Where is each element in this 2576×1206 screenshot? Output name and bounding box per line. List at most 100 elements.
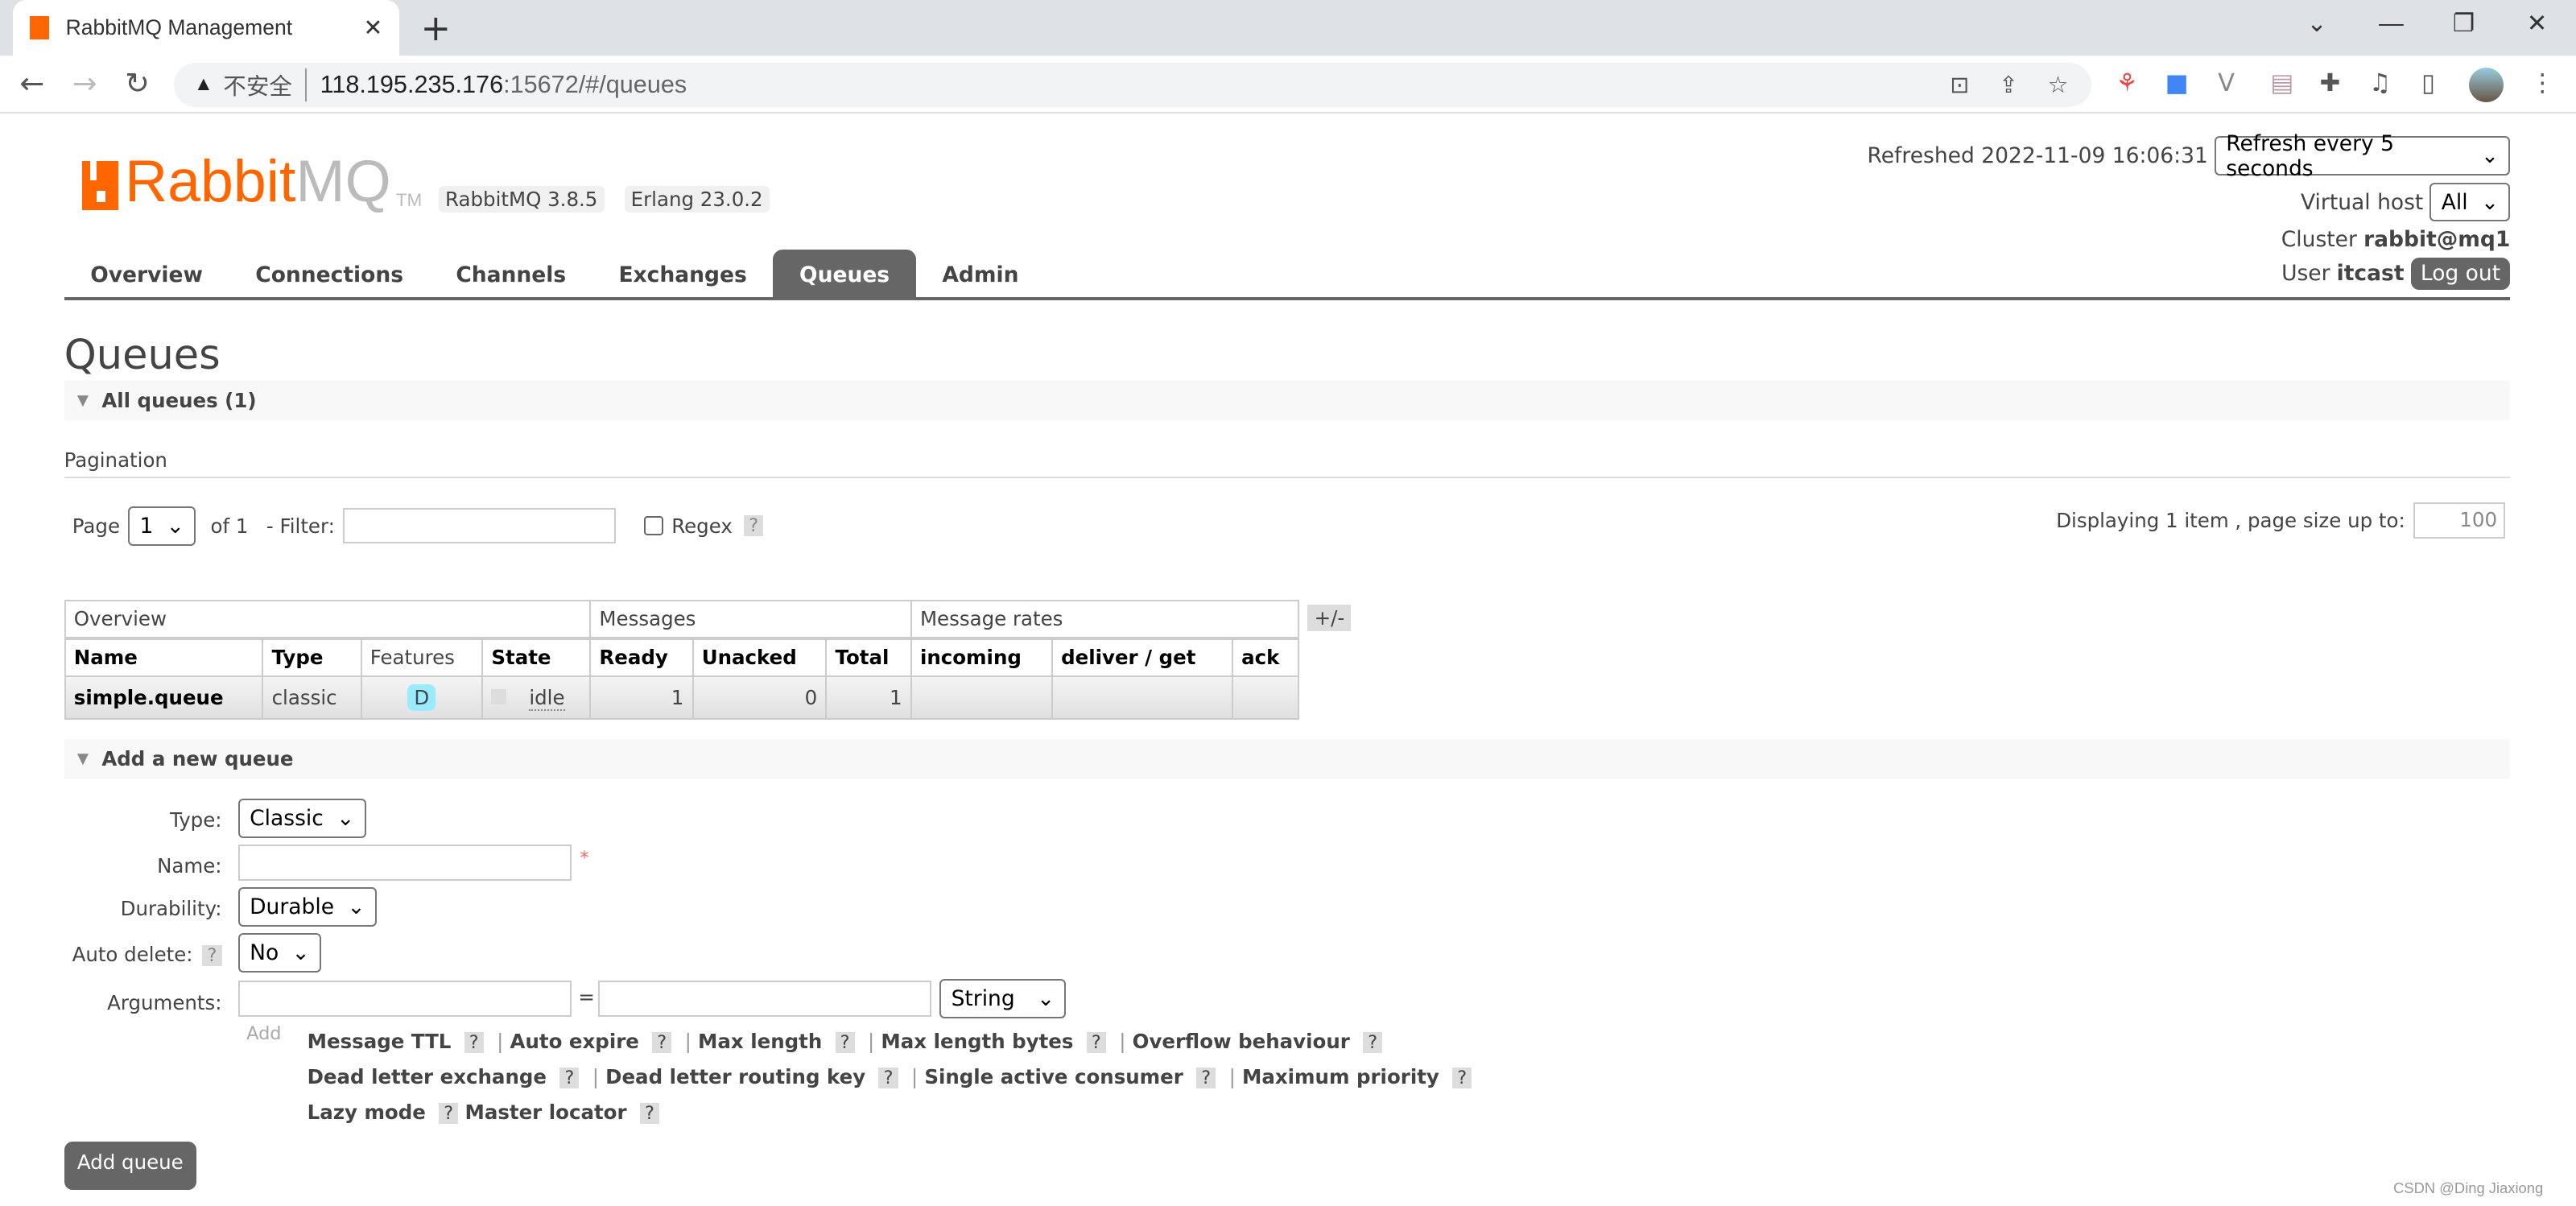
regex-checkbox[interactable] xyxy=(643,515,664,536)
separator: | xyxy=(910,1065,919,1089)
auto-delete-select[interactable]: No ⌄ xyxy=(237,933,321,973)
column-toggle-button[interactable]: +/- xyxy=(1307,605,1352,632)
extensions-puzzle-icon[interactable]: ✚ xyxy=(2320,69,2341,97)
argument-shortcut-link[interactable]: Message TTL xyxy=(308,1030,452,1053)
back-icon[interactable]: ← xyxy=(19,66,44,101)
argument-key-input[interactable] xyxy=(237,981,572,1018)
tab-search-icon[interactable]: ⌄ xyxy=(2306,10,2327,38)
refresh-interval-select[interactable]: Refresh every 5 seconds ⌄ xyxy=(2215,131,2511,181)
help-icon[interactable]: ? xyxy=(1196,1068,1216,1089)
help-icon[interactable]: ? xyxy=(1086,1032,1106,1054)
all-queues-section-toggle[interactable]: ▼ All queues (1) xyxy=(64,381,2511,421)
media-control-icon[interactable]: ♫ xyxy=(2369,69,2391,97)
durability-select[interactable]: Durable ⌄ xyxy=(237,887,377,927)
argument-shortcut-link[interactable]: Dead letter exchange xyxy=(308,1065,547,1088)
argument-shortcut-link[interactable]: Max length bytes xyxy=(881,1030,1073,1053)
argument-shortcut-link[interactable]: Auto expire xyxy=(510,1030,639,1053)
reload-icon[interactable]: ↻ xyxy=(125,66,150,101)
profile-avatar[interactable] xyxy=(2469,67,2504,102)
nav-admin[interactable]: Admin xyxy=(916,250,1045,297)
rabbitmq-logo: Rabbit MQ TM xyxy=(82,151,422,211)
help-icon[interactable]: ? xyxy=(439,1103,459,1125)
help-icon[interactable]: ? xyxy=(878,1068,898,1089)
ready-count: 1 xyxy=(589,675,694,720)
page-select[interactable]: 1 ⌄ xyxy=(128,506,196,546)
col-ready[interactable]: Ready xyxy=(589,637,694,677)
add-queue-section-toggle[interactable]: ▼ Add a new queue xyxy=(64,739,2511,779)
argument-type-select[interactable]: String ⌄ xyxy=(939,979,1067,1019)
argument-shortcut-link[interactable]: Lazy mode xyxy=(308,1101,426,1124)
refreshed-timestamp: Refreshed 2022-11-09 16:06:31 xyxy=(1867,143,2208,169)
separator: | xyxy=(497,1030,504,1054)
collapse-triangle-icon: ▼ xyxy=(76,750,89,768)
nav-overview[interactable]: Overview xyxy=(64,250,229,297)
nav-connections[interactable]: Connections xyxy=(229,250,430,297)
separator: | xyxy=(592,1065,599,1089)
minimize-icon[interactable]: — xyxy=(2379,10,2404,38)
restore-icon[interactable]: ❐ xyxy=(2453,10,2475,38)
browser-tab[interactable]: RabbitMQ Management ✕ xyxy=(13,0,399,56)
close-window-icon[interactable]: ✕ xyxy=(2527,10,2548,38)
argument-shortcut-link[interactable]: Max length xyxy=(698,1030,822,1053)
help-icon[interactable]: ? xyxy=(1452,1068,1472,1089)
group-message-rates: Message rates xyxy=(910,599,1300,640)
nav-queues[interactable]: Queues xyxy=(773,250,916,298)
page-title: Queues xyxy=(64,332,221,380)
vhost-select[interactable]: All ⌄ xyxy=(2429,182,2511,222)
page-count: of 1 xyxy=(210,514,249,538)
nav-channels[interactable]: Channels xyxy=(430,250,592,297)
filter-input[interactable] xyxy=(343,507,616,544)
total-count: 1 xyxy=(825,675,912,720)
pagination-heading: Pagination xyxy=(64,448,2511,479)
page-size-input[interactable]: 100 xyxy=(2413,502,2506,539)
extension-sitemap-icon[interactable]: ⚘ xyxy=(2116,69,2138,97)
nav-exchanges[interactable]: Exchanges xyxy=(592,250,774,297)
argument-shortcut-link[interactable]: Overflow behaviour xyxy=(1133,1030,1350,1053)
col-total[interactable]: Total xyxy=(825,637,912,677)
side-panel-icon[interactable]: ▯ xyxy=(2421,69,2435,97)
extension-folder-icon[interactable]: ▤ xyxy=(2270,69,2293,97)
logout-button[interactable]: Log out xyxy=(2410,258,2511,290)
translate-icon[interactable]: ⊡ xyxy=(1950,71,1969,99)
help-icon[interactable]: ? xyxy=(1363,1032,1383,1054)
help-icon[interactable]: ? xyxy=(559,1068,580,1089)
add-queue-button[interactable]: Add queue xyxy=(64,1142,197,1190)
col-deliver-get[interactable]: deliver / get xyxy=(1051,637,1233,677)
argument-shortcut-link[interactable]: Single active consumer xyxy=(924,1065,1183,1088)
col-incoming[interactable]: incoming xyxy=(910,637,1053,677)
deliver-get-rate xyxy=(1051,675,1233,720)
col-unacked[interactable]: Unacked xyxy=(691,637,828,677)
argument-value-input[interactable] xyxy=(597,981,932,1018)
main-nav: Overview Connections Channels Exchanges … xyxy=(64,250,2511,301)
address-bar[interactable]: ▲ 不安全 118.195.235.176:15672/#/queues ⊡ ⇪ ☆ xyxy=(174,62,2091,107)
equals-sign: = xyxy=(578,985,595,1010)
argument-shortcut-link[interactable]: Dead letter routing key xyxy=(605,1065,865,1088)
argument-shortcut-link[interactable]: Maximum priority xyxy=(1242,1065,1439,1088)
col-ack[interactable]: ack xyxy=(1231,637,1300,677)
help-icon[interactable]: ? xyxy=(835,1032,855,1054)
share-icon[interactable]: ⇪ xyxy=(1999,71,2018,99)
bookmark-star-icon[interactable]: ☆ xyxy=(2048,71,2069,99)
help-icon[interactable]: ? xyxy=(744,515,764,537)
queue-name-input[interactable] xyxy=(237,844,572,881)
regex-label: Regex xyxy=(671,514,733,538)
queue-type-select[interactable]: Classic ⌄ xyxy=(237,798,366,838)
google-translate-icon[interactable]: ■ xyxy=(2165,69,2189,97)
col-state[interactable]: State xyxy=(481,637,592,677)
col-type[interactable]: Type xyxy=(262,637,362,677)
help-icon[interactable]: ? xyxy=(464,1032,484,1054)
durable-badge: D xyxy=(407,684,436,711)
help-icon[interactable]: ? xyxy=(639,1103,660,1125)
insecure-label: 不安全 xyxy=(223,68,308,101)
argument-shortcut-link[interactable]: Master locator xyxy=(464,1101,626,1124)
extension-v-icon[interactable]: V xyxy=(2218,69,2235,97)
group-overview: Overview xyxy=(64,599,592,640)
col-name[interactable]: Name xyxy=(64,637,264,677)
help-icon[interactable]: ? xyxy=(202,945,222,967)
help-icon[interactable]: ? xyxy=(652,1032,672,1054)
user-label: User xyxy=(2281,261,2330,287)
close-tab-icon[interactable]: ✕ xyxy=(364,14,383,42)
menu-kebab-icon[interactable]: ⋮ xyxy=(2530,69,2555,97)
queue-name-link[interactable]: simple.queue xyxy=(64,675,264,720)
new-tab-icon[interactable]: + xyxy=(420,6,451,49)
